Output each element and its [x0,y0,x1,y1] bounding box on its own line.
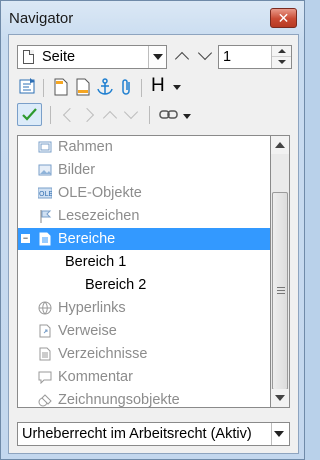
page-icon [23,50,34,64]
scroll-up-button[interactable] [271,136,289,154]
toolbar-separator [149,106,150,124]
close-button[interactable]: ✕ [270,8,297,28]
header-icon [54,78,68,96]
section-icon [39,232,51,246]
tree-item-rahmen[interactable]: Rahmen [18,136,270,158]
hyperlink-icon [38,301,52,315]
minus-icon: − [22,233,29,243]
previous-page-button[interactable] [173,45,191,69]
tree-item-bereiche[interactable]: − Bereiche [18,228,270,250]
chevron-left-icon[interactable] [62,107,78,123]
toolbar-separator [50,106,51,124]
toolbar-separator [43,79,44,97]
link-icon [159,110,178,119]
scroll-down-arrow-icon [275,395,285,401]
page-number-stepper[interactable]: 1 [218,45,292,69]
header-button[interactable] [51,77,71,97]
category-select[interactable]: Seite [17,45,167,69]
paperclip-icon [122,79,130,95]
tree-scrollbar[interactable] [270,135,290,408]
tree-item-verzeichnisse[interactable]: Verzeichnisse [18,343,270,365]
tree-item-verweise[interactable]: Verweise [18,320,270,342]
frame-icon [38,141,52,153]
collapse-toggle[interactable]: − [21,234,30,243]
title-bar[interactable]: Navigator ✕ [1,1,304,35]
document-select-value: Urheberrecht im Arbeitsrecht (Aktiv) [22,426,252,442]
tree-item-ole-objekte[interactable]: OLE OLE-Objekte [18,182,270,204]
svg-text:OLE: OLE [39,190,52,198]
decrement-button[interactable] [272,57,291,68]
chevron-down-icon [197,45,213,61]
scroll-down-button[interactable] [271,389,289,407]
index-icon [39,347,51,361]
toggle-icon [19,78,35,94]
tree-item-kommentar[interactable]: Kommentar [18,366,270,388]
content-view-button[interactable] [17,103,42,126]
increment-button[interactable] [272,46,291,57]
drawing-icon [38,394,52,407]
category-select-value: Seite [42,49,76,65]
ole-icon: OLE [38,187,52,199]
chevron-right-icon[interactable] [79,107,95,123]
footer-button[interactable] [73,77,93,97]
toolbar-separator [141,79,142,97]
content-tree[interactable]: Rahmen Bilder OLE OLE-Objekte Lesezeiche… [17,135,270,408]
chevron-up-icon[interactable] [102,110,118,126]
drag-mode-button[interactable] [157,104,193,126]
scroll-thumb[interactable] [272,192,288,390]
page-number-value: 1 [223,49,232,65]
tree-item-lesezeichen[interactable]: Lesezeichen [18,205,270,227]
toggle-navigator-button[interactable] [18,77,38,97]
chevron-up-icon [174,51,190,67]
heading-label: H [151,75,165,96]
next-page-button[interactable] [196,45,214,69]
checkmark-icon [22,108,37,121]
scroll-up-arrow-icon [275,142,285,148]
image-icon [38,164,52,176]
grip-line [277,293,285,294]
grip-line [277,287,285,288]
chevron-down-icon [183,114,191,119]
heading-levels-button[interactable]: H [149,75,185,98]
attachment-button[interactable] [117,77,137,97]
tree-item-bilder[interactable]: Bilder [18,159,270,181]
anchor-button[interactable] [95,77,115,97]
reference-icon [39,324,51,338]
navigator-panel: Seite 1 H Rahmen Bilder OLE OLE-Objekte … [8,34,299,454]
bookmark-icon [40,210,52,223]
navigator-window: Navigator ✕ Seite 1 H Rahmen Bilder OLE … [0,0,305,460]
footer-icon [76,78,90,96]
anchor-icon [97,78,113,95]
chevron-down-icon[interactable] [148,46,166,68]
window-title: Navigator [9,10,74,27]
grip-line [277,290,285,291]
tree-item-bereich-2[interactable]: Bereich 2 [18,274,270,296]
comment-icon [38,371,52,384]
close-icon: ✕ [277,10,290,26]
chevron-down-icon[interactable] [123,104,139,120]
tree-item-zeichnungsobjekte[interactable]: Zeichnungsobjekte [18,389,270,411]
chevron-down-icon [173,85,181,90]
dropdown-arrow-icon [274,431,284,437]
tree-item-bereich-1[interactable]: Bereich 1 [18,251,270,273]
tree-item-hyperlinks[interactable]: Hyperlinks [18,297,270,319]
document-select[interactable]: Urheberrecht im Arbeitsrecht (Aktiv) [17,422,290,446]
